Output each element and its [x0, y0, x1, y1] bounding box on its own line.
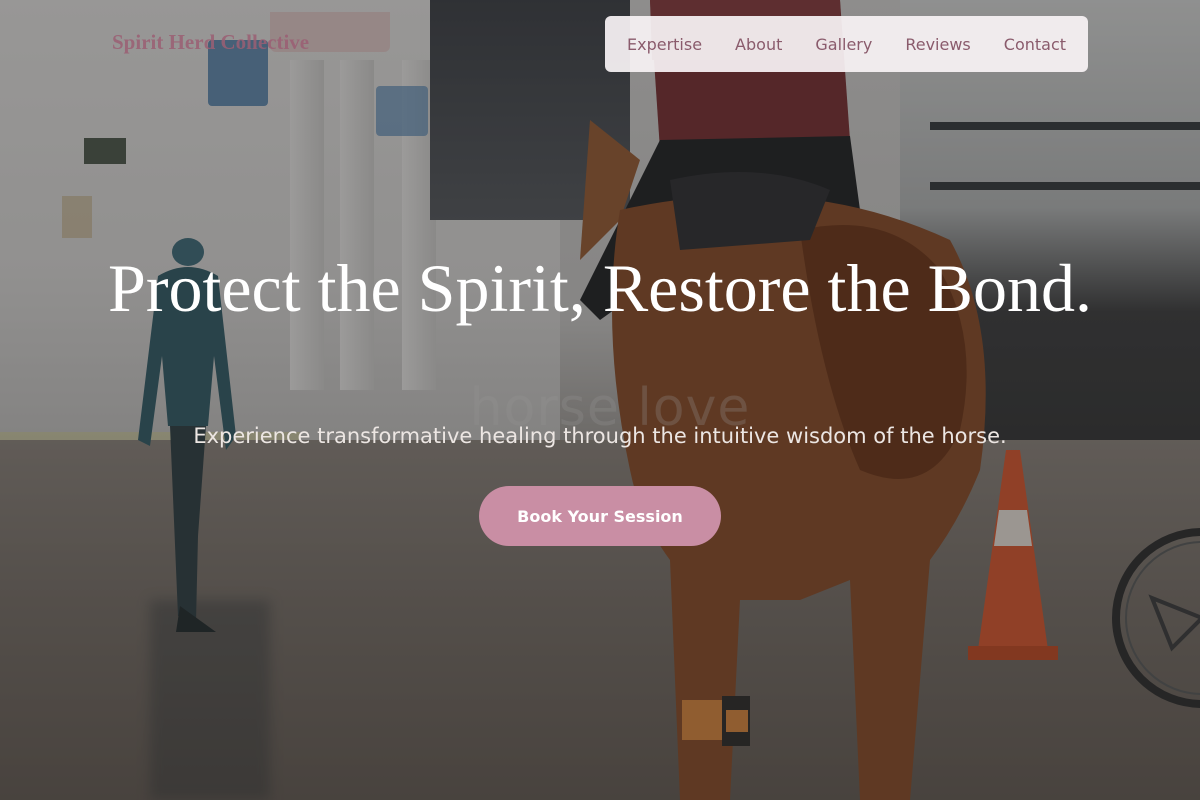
- nav-link-contact[interactable]: Contact: [1004, 35, 1066, 54]
- brand-logo[interactable]: Spirit Herd Collective: [112, 30, 309, 55]
- nav-link-about[interactable]: About: [735, 35, 782, 54]
- main-navigation: Expertise About Gallery Reviews Contact: [605, 16, 1088, 72]
- hero-dark-overlay: [0, 0, 1200, 800]
- nav-link-expertise[interactable]: Expertise: [627, 35, 702, 54]
- book-session-button[interactable]: Book Your Session: [479, 486, 721, 546]
- hero-title: Protect the Spirit, Restore the Bond.: [108, 250, 1092, 326]
- hero-background-image: horse love: [0, 0, 1200, 800]
- nav-link-gallery[interactable]: Gallery: [815, 35, 872, 54]
- nav-link-reviews[interactable]: Reviews: [905, 35, 970, 54]
- hero-subtitle: Experience transformative healing throug…: [193, 424, 1007, 448]
